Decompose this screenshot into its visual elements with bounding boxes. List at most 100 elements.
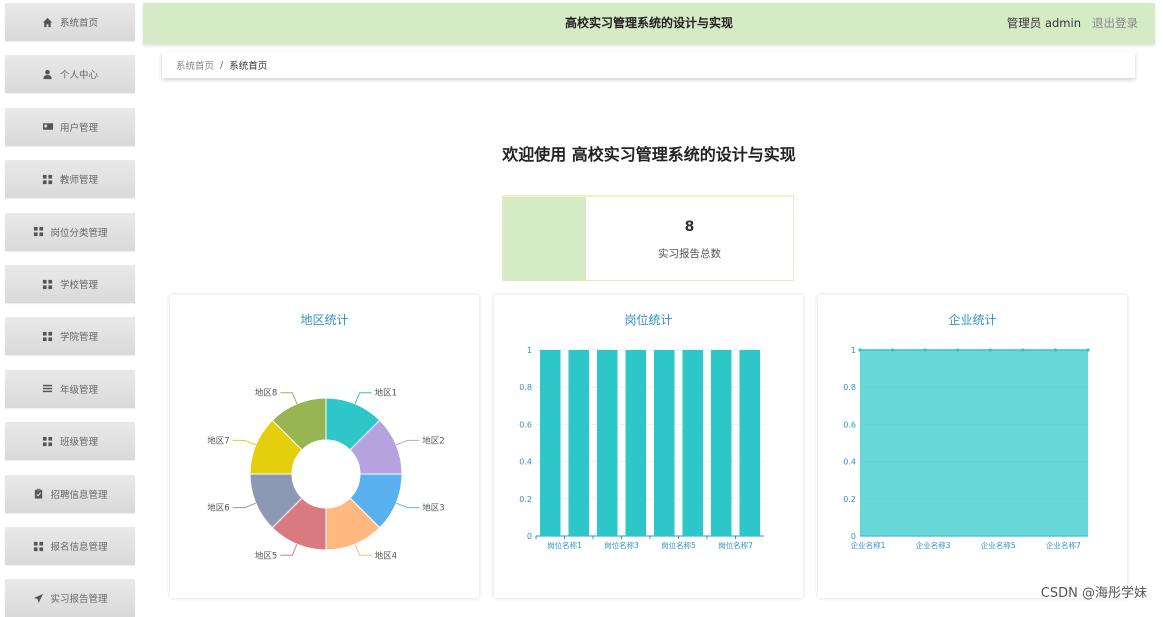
company-data-point (858, 348, 862, 352)
pie-leader-line (280, 392, 298, 404)
sidebar-item-label: 招聘信息管理 (50, 489, 108, 501)
sidebar-item-label: 岗位分类管理 (50, 227, 108, 239)
sidebar-item-4[interactable]: 教师管理 (5, 160, 135, 199)
position-bar (739, 350, 761, 536)
grid-icon (32, 540, 44, 552)
position-bar (596, 350, 618, 536)
sidebar: 系统首页个人中心用户管理教师管理岗位分类管理 学校管理学院管理年级管理班级管理招聘… (0, 0, 140, 617)
sidebar-item-label: 学校管理 (59, 280, 98, 291)
report-count-label: 实习报告总数 (658, 248, 721, 260)
pie-slice-label: 地区7 (207, 435, 229, 446)
company-data-point (923, 348, 927, 352)
y-tick-label: 1 (527, 346, 532, 355)
y-tick-label: 0 (527, 532, 532, 541)
sidebar-item-10[interactable]: 招聘信息管理 (5, 474, 135, 513)
sidebar-item-1[interactable]: 系统首页 (5, 3, 135, 41)
x-tick-label: 企业名称1 (851, 540, 886, 550)
company-area-chart: 0 0.2 0.4 0.6 0.8 1 企业名称1 企业名称3 企业名称5 企业名称7 (843, 346, 1090, 550)
company-stat-panel: 企业统计 0 0.2 0.4 0.6 0.8 1 企业名称1 企业名称3 企业名称5 企业名称7 (818, 295, 1127, 598)
company-data-point (988, 348, 992, 352)
user-name: admin (1044, 16, 1081, 30)
pie-leader-line (280, 544, 298, 556)
position-bar (625, 350, 647, 536)
x-tick-label: 岗位名称3 (604, 540, 639, 550)
sidebar-item-label: 用户管理 (59, 122, 98, 134)
welcome-heading: 欢迎使用 高校实习管理系统的设计与实现 (502, 145, 796, 164)
y-tick-label: 0.4 (519, 458, 532, 467)
sidebar-item-11[interactable]: 报名信息管理 (5, 527, 135, 565)
pie-slice-label: 地区4 (375, 550, 397, 561)
position-bar (653, 350, 675, 536)
x-tick-label: 企业名称5 (981, 540, 1016, 550)
user-role: 管理员 (1006, 16, 1042, 30)
watermark: CSDN @海彤学妹 (1040, 586, 1147, 601)
sidebar-item-label: 年级管理 (59, 384, 98, 396)
pie-leader-line (354, 392, 372, 404)
sidebar-item-8[interactable]: 年级管理 (5, 369, 135, 408)
region-pie-chart: 地区1 地区2 地区3 地区4 地区5 地区6 地区7 地区8 (207, 388, 444, 562)
grid-icon (42, 435, 54, 447)
sidebar-item-label: 系统首页 (59, 18, 98, 29)
y-tick-label: 0.2 (519, 495, 532, 504)
sidebar-item-3[interactable]: 用户管理 (5, 107, 135, 146)
pie-slice-label: 地区1 (375, 388, 397, 399)
sidebar-item-label: 学院管理 (59, 332, 98, 344)
sidebar-item-label: 班级管理 (59, 437, 98, 449)
position-bar-chart: 0 0.2 0.4 0.6 0.8 1 岗位名称1 岗位名称3 岗位名称5 岗位名称7 (519, 346, 764, 550)
position-bar (568, 350, 590, 536)
x-tick-label: 企业名称7 (1046, 540, 1081, 550)
y-tick-label: 0.6 (519, 420, 532, 429)
x-tick-label: 岗位名称5 (661, 540, 696, 550)
pie-slice-label: 地区8 (255, 388, 277, 399)
y-tick-label: 1 (851, 346, 856, 355)
pie-slice-label: 地区6 (207, 503, 229, 514)
report-count-card: 8 实习报告总数 (502, 195, 794, 281)
user-icon (42, 68, 54, 80)
sidebar-item-label: 报名信息管理 (50, 542, 108, 553)
y-tick-label: 0.8 (843, 383, 856, 392)
breadcrumb-separator: / (220, 59, 224, 71)
list-icon (42, 383, 54, 395)
sidebar-item-5[interactable]: 岗位分类管理 (5, 212, 135, 251)
breadcrumb-home-link[interactable]: 系统首页 (176, 58, 214, 72)
sidebar-item-label: 教师管理 (59, 175, 98, 187)
sidebar-item-2[interactable]: 个人中心 (5, 55, 135, 94)
system-title: 高校实习管理系统的设计与实现 (564, 16, 733, 30)
pie-slice-label: 地区5 (255, 550, 277, 561)
grid-icon (32, 226, 44, 238)
home-icon (42, 16, 54, 28)
company-data-point (890, 348, 895, 352)
position-bar (682, 350, 704, 536)
send-icon (32, 592, 44, 604)
company-area-fill (860, 350, 1088, 536)
y-tick-label: 0 (851, 532, 856, 541)
top-bar: 高校实习管理系统的设计与实现 管理员 admin 退出登录 (143, 3, 1155, 44)
x-tick-label: 企业名称3 (916, 540, 951, 550)
logout-button[interactable]: 退出登录 (1092, 3, 1138, 44)
sidebar-item-12[interactable]: 实习报告管理 (5, 579, 135, 617)
company-data-point (1053, 348, 1058, 352)
x-tick-label: 岗位名称7 (718, 540, 753, 550)
region-stat-panel: 地区统计 地区1 地区2 地区3 地区4 地区5 地区6 地区7 地区8 (170, 295, 479, 598)
pie-slice-label: 地区2 (422, 435, 444, 446)
pie-leader-line (396, 439, 420, 446)
position-stat-panel: 岗位统计 0 0.2 0.4 0.6 0.8 1 岗位名称1 岗位名称3 岗位名称5 岗位名称7 (494, 295, 803, 598)
company-data-point (956, 348, 960, 352)
grid-icon (42, 173, 54, 185)
company-data-point (1021, 348, 1025, 352)
report-count-value: 8 (684, 219, 695, 235)
sidebar-item-7[interactable]: 学院管理 (5, 317, 135, 356)
y-tick-label: 0.2 (843, 495, 856, 504)
pie-leader-line (232, 502, 256, 509)
pie-leader-line (232, 439, 256, 446)
id-card-icon (42, 121, 54, 133)
sidebar-item-6[interactable]: 学校管理 (5, 265, 135, 303)
clipboard-icon (32, 488, 44, 500)
y-tick-label: 0.6 (843, 420, 856, 429)
stat-card-color-block (503, 197, 586, 281)
y-tick-label: 0.8 (519, 383, 532, 392)
grid-icon (42, 278, 54, 290)
grid-icon (42, 330, 54, 342)
breadcrumb: 系统首页 / 系统首页 (162, 52, 1135, 78)
sidebar-item-9[interactable]: 班级管理 (5, 422, 135, 461)
